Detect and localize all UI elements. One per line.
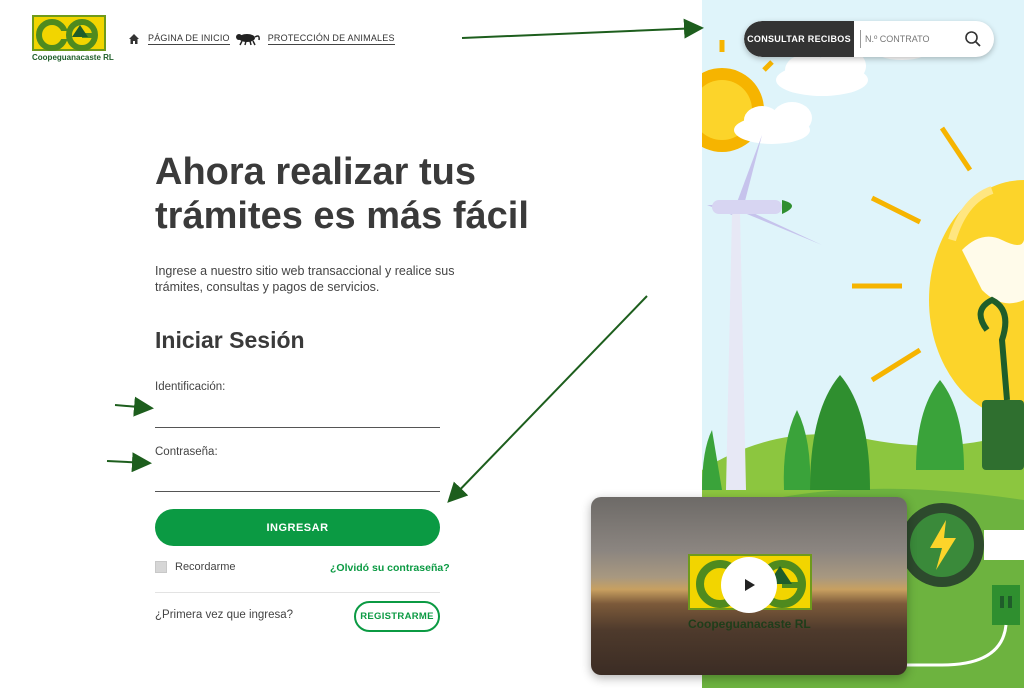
search-icon[interactable] <box>964 30 982 48</box>
top-nav: PÁGINA DE INICIO PROTECCIÓN DE ANIMALES <box>128 30 395 48</box>
password-label: Contraseña: <box>155 446 218 458</box>
divider <box>155 592 440 593</box>
id-input[interactable] <box>155 404 440 428</box>
password-input[interactable] <box>155 468 440 492</box>
id-label: Identificación: <box>155 381 226 393</box>
contract-number-input[interactable] <box>860 30 950 48</box>
logo-text: Coopeguanacaste RL <box>32 53 114 62</box>
nav-link-home[interactable]: PÁGINA DE INICIO <box>148 33 230 45</box>
remember-me[interactable]: Recordarme <box>155 561 236 573</box>
remember-checkbox[interactable] <box>155 561 167 573</box>
first-time-text: ¿Primera vez que ingresa? <box>155 609 294 621</box>
nav-link-animals[interactable]: PROTECCIÓN DE ANIMALES <box>267 33 395 45</box>
consult-receipts-button[interactable]: CONSULTAR RECIBOS <box>744 21 854 57</box>
remember-label: Recordarme <box>175 561 236 573</box>
logo-mark <box>32 15 106 51</box>
hero-subtitle: Ingrese a nuestro sitio web transacciona… <box>155 264 455 294</box>
home-icon[interactable] <box>128 33 140 45</box>
video-logo-text: Coopeguanacaste RL <box>688 617 811 631</box>
cg-logo-icon <box>36 19 98 51</box>
hero-title: Ahora realizar tus trámites es más fácil <box>155 151 529 237</box>
play-button[interactable] <box>721 557 777 613</box>
monkey-icon <box>235 34 260 46</box>
forgot-password-link[interactable]: ¿Olvidó su contraseña? <box>330 562 450 574</box>
login-button[interactable]: INGRESAR <box>155 509 440 546</box>
video-player[interactable]: Coopeguanacaste RL <box>591 497 907 675</box>
receipts-search-bar: CONSULTAR RECIBOS <box>744 21 994 57</box>
play-icon <box>745 579 755 591</box>
register-button[interactable]: REGISTRARME <box>354 601 440 632</box>
brand-logo[interactable]: Coopeguanacaste RL <box>30 15 114 65</box>
login-title: Iniciar Sesión <box>155 327 305 353</box>
